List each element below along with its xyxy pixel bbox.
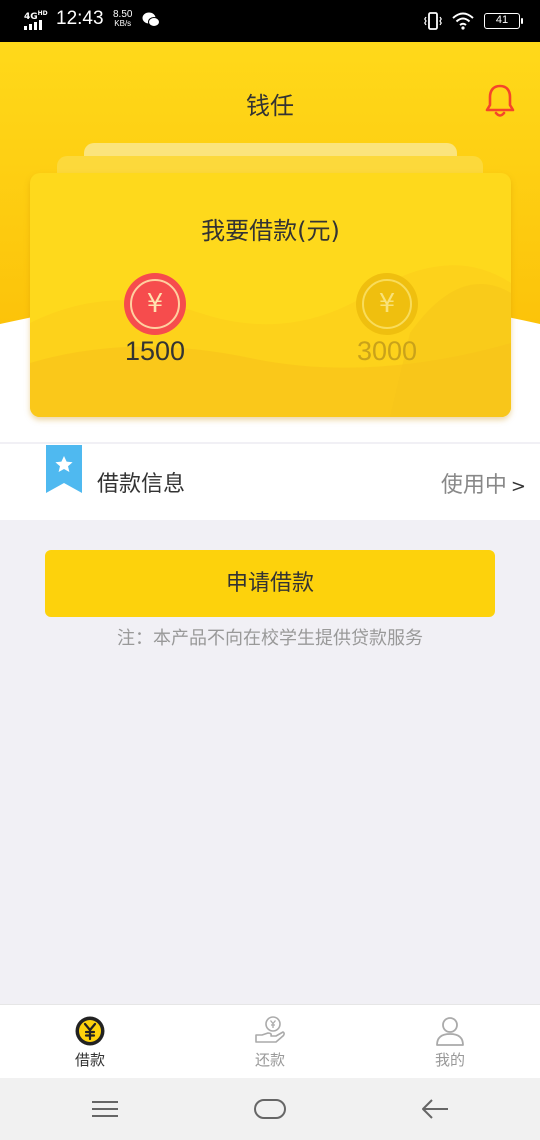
loan-info-row[interactable]: 借款信息 使用中 >: [0, 444, 540, 520]
status-bar: 4GHD 12:43 8.50 KB/s 41: [0, 0, 540, 42]
yen-coin-icon: [75, 1016, 105, 1046]
network-hd: HD: [37, 10, 48, 17]
tab-borrow[interactable]: 借款: [40, 1015, 140, 1070]
wechat-icon: [142, 12, 160, 27]
tab-repay[interactable]: 还款: [220, 1015, 320, 1070]
loan-info-status: 使用中 >: [441, 467, 526, 499]
card-wave-decoration: [30, 265, 511, 417]
repay-hand-icon: [255, 1016, 285, 1043]
clock: 12:43: [56, 8, 104, 29]
amount-option-1500-coin[interactable]: ¥: [124, 273, 186, 335]
chevron-right-icon: >: [510, 476, 526, 497]
wifi-icon: [452, 12, 474, 30]
user-icon: [436, 1017, 464, 1046]
battery-icon: 41: [484, 13, 523, 29]
tab-mine-label: 我的: [434, 1051, 465, 1069]
student-notice: 注：本产品不向在校学生提供贷款服务: [117, 628, 423, 649]
tab-repay-label: 还款: [254, 1051, 285, 1069]
back-icon[interactable]: [415, 1094, 455, 1124]
status-text: 使用中: [440, 473, 507, 498]
bottom-tab-bar: 借款 还款 我的: [0, 1004, 540, 1078]
loan-info-label: 借款信息: [97, 472, 186, 497]
amount-option-1500-label[interactable]: 1500: [90, 336, 220, 367]
vibrate-icon: [424, 12, 442, 30]
tab-mine[interactable]: 我的: [400, 1015, 500, 1070]
speed-unit: KB/s: [114, 19, 132, 28]
signal-icon: 4GHD: [24, 9, 48, 31]
menu-icon[interactable]: [85, 1094, 125, 1124]
home-icon[interactable]: [250, 1094, 290, 1124]
loan-amount-card: 我要借款(元) ¥ 1500 ¥ 3000: [30, 173, 511, 417]
amount-option-3000-coin[interactable]: ¥: [356, 273, 418, 335]
yen-icon: ¥: [362, 279, 412, 329]
bell-icon[interactable]: [484, 83, 516, 119]
loan-card-title: 我要借款(元): [201, 217, 340, 245]
page-title: 钱任: [246, 92, 294, 120]
tab-borrow-label: 借款: [74, 1051, 105, 1069]
yen-icon: ¥: [130, 279, 180, 329]
network-speed: 8.50 KB/s: [113, 9, 133, 29]
system-nav-bar: [0, 1078, 540, 1140]
bookmark-star-icon: [46, 445, 82, 493]
speed-value: 8.50: [113, 9, 133, 20]
apply-loan-button[interactable]: 申请借款: [45, 550, 495, 617]
amount-option-3000-label[interactable]: 3000: [322, 336, 452, 367]
